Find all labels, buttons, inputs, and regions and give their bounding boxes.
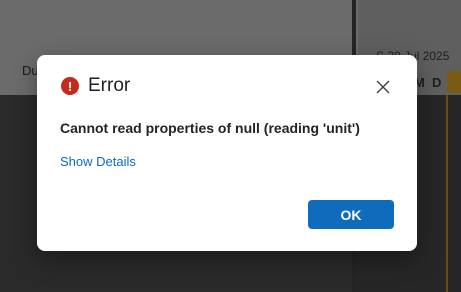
show-details-link[interactable]: Show Details <box>60 154 136 169</box>
error-dialog: ! Error Cannot read properties of null (… <box>37 55 417 251</box>
dialog-title: Error <box>88 75 131 96</box>
error-message: Cannot read properties of null (reading … <box>60 120 360 136</box>
app-window: Du S 30 Jul 2025 M D ! Error Cannot read… <box>0 0 461 292</box>
dialog-header: ! Error <box>61 75 130 97</box>
background-day-label-d: D <box>432 75 442 90</box>
background-today-marker <box>446 95 448 292</box>
close-icon <box>376 80 390 94</box>
close-button[interactable] <box>373 77 393 97</box>
background-event-chip <box>447 71 461 93</box>
ok-button[interactable]: OK <box>308 200 394 229</box>
error-circle-icon: ! <box>61 77 79 95</box>
